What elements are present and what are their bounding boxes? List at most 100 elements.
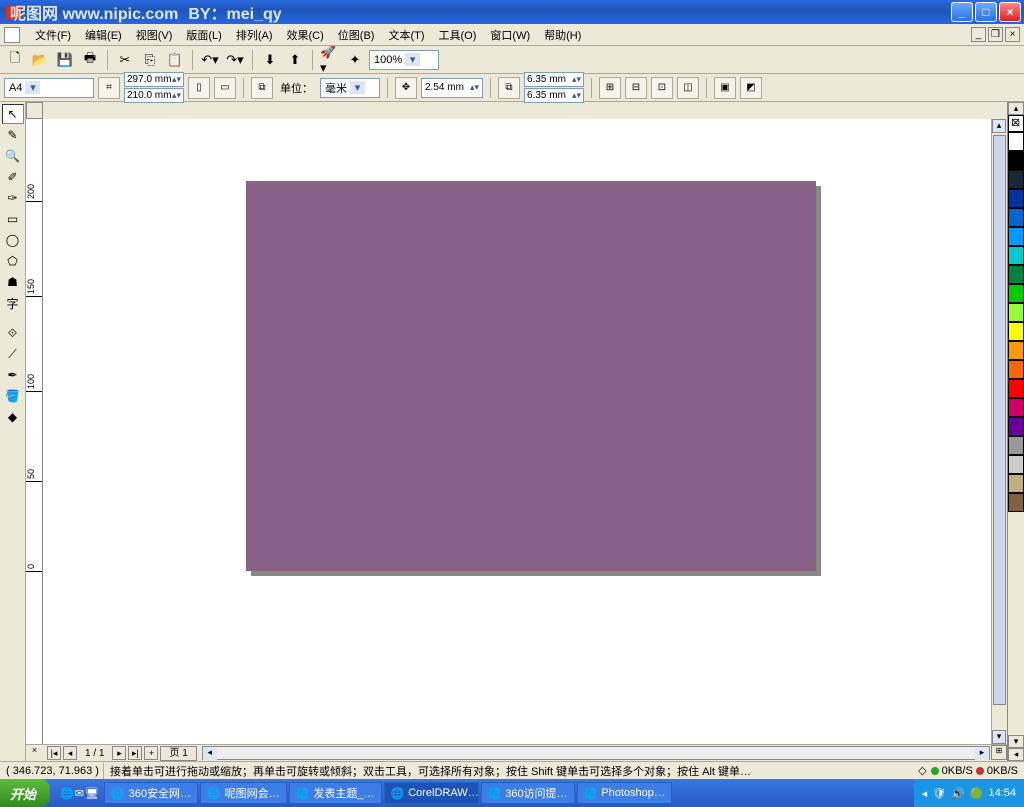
option-toggle-2[interactable]: ◩: [740, 77, 762, 99]
taskbar-item[interactable]: 🌐360访问提…: [481, 782, 575, 804]
color-swatch[interactable]: [1008, 132, 1024, 151]
color-swatch[interactable]: [1008, 227, 1024, 246]
print-button[interactable]: 🖶: [79, 49, 101, 71]
smart-draw-tool[interactable]: ✑: [2, 188, 24, 208]
snap-toggle-2[interactable]: ⊟: [625, 77, 647, 99]
export-button[interactable]: ⬆: [284, 49, 306, 71]
page-tab-1[interactable]: 页 1: [160, 746, 196, 761]
color-swatch[interactable]: [1008, 170, 1024, 189]
color-swatch[interactable]: [1008, 455, 1024, 474]
snap-toggle-4[interactable]: ◫: [677, 77, 699, 99]
color-swatch[interactable]: [1008, 151, 1024, 170]
color-swatch[interactable]: [1008, 341, 1024, 360]
menu-效果[interactable]: 效果(C): [280, 25, 331, 45]
taskbar-item[interactable]: 🌐360安全网…: [104, 782, 198, 804]
landscape-button[interactable]: ▭: [214, 77, 236, 99]
color-swatch[interactable]: [1008, 398, 1024, 417]
system-tray[interactable]: ◂ 🛡 🔊 🟢 14:54: [914, 779, 1024, 807]
scroll-down-arrow[interactable]: ▾: [992, 730, 1006, 744]
first-page-button[interactable]: |◂: [47, 746, 61, 760]
menu-窗口[interactable]: 窗口(W): [483, 25, 537, 45]
outline-tool[interactable]: ✒: [2, 365, 24, 385]
cut-button[interactable]: ✂: [114, 49, 136, 71]
option-toggle-1[interactable]: ▣: [714, 77, 736, 99]
menu-帮助[interactable]: 帮助(H): [537, 25, 588, 45]
vscroll-thumb[interactable]: [993, 135, 1006, 705]
mdi-minimize[interactable]: _: [971, 27, 986, 42]
ql-icon[interactable]: ✉: [75, 787, 84, 800]
text-tool[interactable]: 字: [2, 293, 24, 313]
paper-combo[interactable]: A4▾: [4, 78, 94, 98]
last-page-button[interactable]: ▸|: [128, 746, 142, 760]
palette-flyout-arrow[interactable]: ◂: [1008, 748, 1024, 761]
color-swatch[interactable]: [1008, 493, 1024, 512]
color-swatch[interactable]: [1008, 474, 1024, 493]
interactive-fill-tool[interactable]: ◆: [2, 407, 24, 427]
tray-icon[interactable]: ◂: [922, 787, 928, 800]
palette-down-arrow[interactable]: ▾: [1008, 735, 1024, 748]
undo-button[interactable]: ↶▾: [199, 49, 221, 71]
page-height-input[interactable]: 210.0 mm▴▾: [124, 88, 184, 103]
pages-icon[interactable]: ⧉: [251, 77, 273, 99]
redo-button[interactable]: ↷▾: [224, 49, 246, 71]
taskbar-item[interactable]: 🌐呢图网会…: [200, 782, 287, 804]
add-page-button[interactable]: +: [144, 746, 158, 760]
rectangle-shape[interactable]: [246, 181, 816, 571]
color-swatch[interactable]: [1008, 303, 1024, 322]
color-swatch[interactable]: [1008, 417, 1024, 436]
freehand-tool[interactable]: ✐: [2, 167, 24, 187]
nudge-input[interactable]: 2.54 mm▴▾: [421, 78, 483, 98]
ql-icon[interactable]: 🖥: [85, 787, 99, 800]
menu-文件[interactable]: 文件(F): [28, 25, 78, 45]
import-button[interactable]: ⬇: [259, 49, 281, 71]
ellipse-tool[interactable]: ◯: [2, 230, 24, 250]
polygon-tool[interactable]: ⬠: [2, 251, 24, 271]
tray-icon[interactable]: 🔊: [951, 787, 965, 800]
taskbar-item[interactable]: 🌐发表主题_…: [289, 782, 382, 804]
close-button[interactable]: ×: [999, 2, 1021, 22]
menu-编辑[interactable]: 编辑(E): [78, 25, 129, 45]
corel-online-button[interactable]: ✦: [344, 49, 366, 71]
color-swatch[interactable]: [1008, 360, 1024, 379]
mdi-restore[interactable]: ❐: [988, 27, 1003, 42]
menu-工具[interactable]: 工具(O): [432, 25, 484, 45]
save-button[interactable]: 💾: [54, 49, 76, 71]
zoom-tool[interactable]: 🔍: [2, 146, 24, 166]
menu-位图[interactable]: 位图(B): [331, 25, 382, 45]
menu-文本[interactable]: 文本(T): [381, 25, 431, 45]
portrait-button[interactable]: ▯: [188, 77, 210, 99]
ruler-origin[interactable]: [26, 102, 43, 119]
vertical-scrollbar[interactable]: ▴ ▾: [991, 119, 1007, 744]
no-color-swatch[interactable]: ⊠: [1008, 115, 1024, 132]
color-swatch[interactable]: [1008, 379, 1024, 398]
color-swatch[interactable]: [1008, 208, 1024, 227]
menu-版面[interactable]: 版面(L): [179, 25, 228, 45]
scroll-left-arrow[interactable]: ◂: [203, 747, 217, 760]
dup-y-input[interactable]: 6.35 mm▴▾: [524, 88, 584, 103]
mdi-close[interactable]: ×: [1005, 27, 1020, 42]
scroll-right-arrow[interactable]: ▸: [975, 747, 989, 760]
blend-tool[interactable]: ⟐: [2, 323, 24, 343]
copy-button[interactable]: ⎘: [139, 49, 161, 71]
scroll-up-arrow[interactable]: ▴: [992, 119, 1006, 133]
ql-icon[interactable]: 🌐: [60, 787, 74, 800]
pick-tool[interactable]: ↖: [2, 104, 24, 124]
taskbar-item[interactable]: 🌐Photoshop…: [577, 782, 672, 804]
page-width-input[interactable]: 297.0 mm▴▾: [124, 72, 184, 87]
maximize-button[interactable]: □: [975, 2, 997, 22]
snap-toggle-1[interactable]: ⊞: [599, 77, 621, 99]
tray-icon[interactable]: 🟢: [970, 787, 984, 800]
horizontal-scrollbar[interactable]: ◂ ▸: [202, 746, 990, 760]
palette-up-arrow[interactable]: ▴: [1008, 102, 1024, 115]
start-button[interactable]: 开始: [0, 779, 50, 807]
app-launcher-button[interactable]: 🚀▾: [319, 49, 341, 71]
next-page-button[interactable]: ▸: [112, 746, 126, 760]
basic-shapes-tool[interactable]: ☗: [2, 272, 24, 292]
shape-tool[interactable]: ✎: [2, 125, 24, 145]
snap-toggle-3[interactable]: ⊡: [651, 77, 673, 99]
color-swatch[interactable]: [1008, 246, 1024, 265]
eyedropper-tool[interactable]: ⟋: [2, 344, 24, 364]
fill-tool[interactable]: 🪣: [2, 386, 24, 406]
dup-x-input[interactable]: 6.35 mm▴▾: [524, 72, 584, 87]
minimize-button[interactable]: _: [951, 2, 973, 22]
